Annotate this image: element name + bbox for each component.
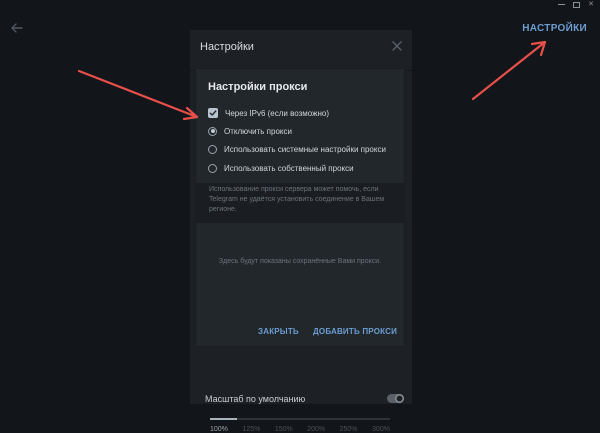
top-settings-link[interactable]: НАСТРОЙКИ (522, 23, 587, 34)
arrow-left-icon[interactable] (10, 21, 24, 35)
radio-label: Использовать системные настройки прокси (224, 144, 386, 154)
ipv6-label: Через IPv6 (если возможно) (225, 108, 330, 118)
annotation-arrow-right (471, 40, 547, 101)
proxy-settings-dialog: Настройки прокси Через IPv6 (если возмож… (196, 69, 404, 346)
minimize-icon[interactable] (557, 2, 565, 8)
radio-disable-proxy[interactable]: Отключить прокси (208, 125, 292, 137)
maximize-icon[interactable] (572, 1, 580, 8)
info-text: Использование прокси сервера может помоч… (209, 186, 385, 213)
scale-ticks: 100% 125% 150% 200% 250% 300% (210, 426, 390, 433)
radio-button[interactable] (208, 144, 217, 154)
scale-tick[interactable]: 200% (307, 426, 325, 433)
settings-title: Настройки (200, 41, 254, 53)
annotation-arrow-left (77, 69, 199, 119)
radio-button[interactable] (208, 163, 217, 173)
scale-slider[interactable] (210, 418, 390, 420)
dialog-title: Настройки прокси (208, 81, 308, 93)
scale-tick[interactable]: 300% (372, 426, 390, 433)
scale-tick[interactable]: 125% (242, 426, 260, 433)
window-controls: ✕ (557, 0, 600, 9)
scale-tick[interactable]: 150% (275, 426, 293, 433)
empty-proxy-list-text: Здесь будут показаны сохранённые Вами пр… (218, 258, 382, 265)
ipv6-checkbox[interactable] (208, 108, 218, 118)
scale-slider-fill (210, 418, 237, 420)
radio-dot (210, 129, 215, 133)
radio-system-proxy[interactable]: Использовать системные настройки прокси (208, 143, 386, 155)
scale-tick[interactable]: 250% (340, 426, 358, 433)
add-proxy-button[interactable]: ДОБАВИТЬ ПРОКСИ (313, 327, 397, 336)
scale-label: Масштаб по умолчанию (205, 394, 306, 404)
toggle-knob (395, 394, 404, 403)
ipv6-option[interactable]: Через IPv6 (если возможно) (208, 107, 329, 119)
close-dialog-button[interactable]: ЗАКРЫТЬ (258, 327, 299, 336)
annotation-arrow-right-head (530, 40, 547, 57)
radio-label: Отключить прокси (224, 126, 292, 136)
radio-custom-proxy[interactable]: Использовать собственный прокси (208, 162, 354, 174)
radio-button[interactable] (208, 126, 217, 136)
close-icon[interactable] (391, 40, 403, 52)
close-window-icon[interactable]: ✕ (587, 1, 595, 8)
checkmark-icon (209, 110, 217, 116)
radio-label: Использовать собственный прокси (224, 163, 354, 173)
scale-tick[interactable]: 100% (210, 426, 228, 433)
scale-toggle[interactable] (387, 394, 404, 403)
